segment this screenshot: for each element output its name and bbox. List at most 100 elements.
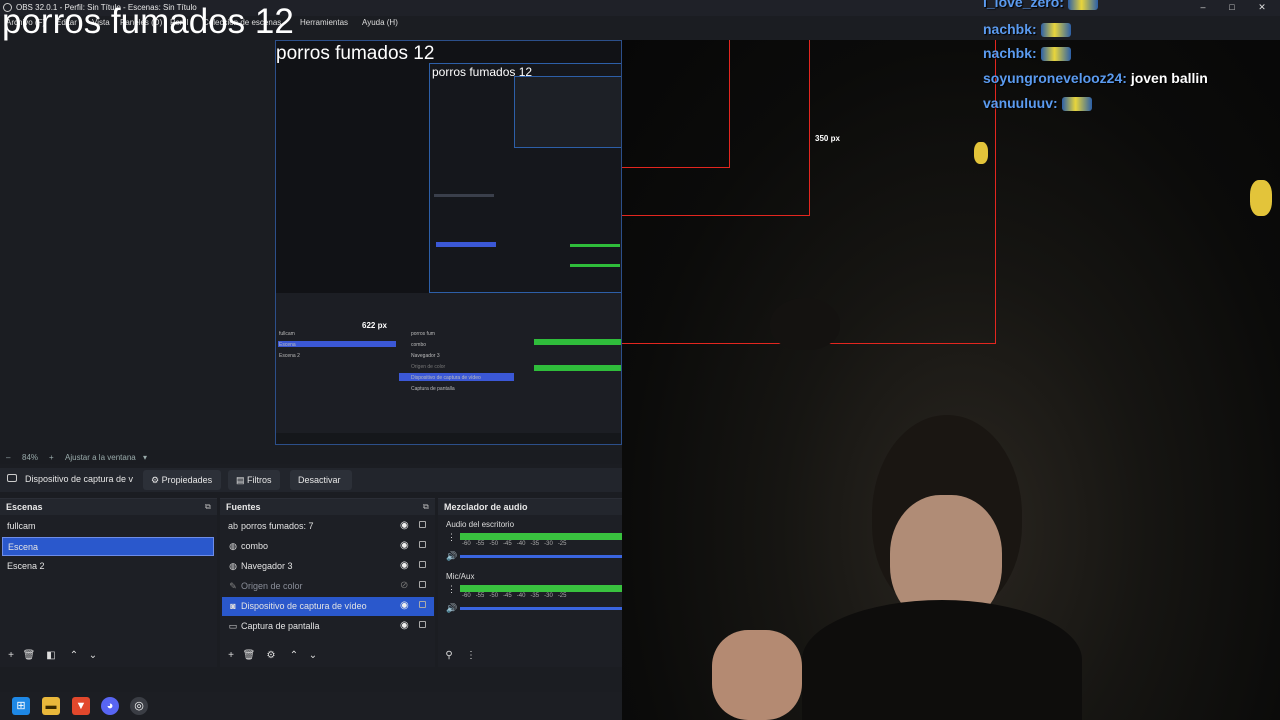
audio-mixer-dock: Mezclador de audio Audio del escritorio … <box>438 498 622 667</box>
minion-emote <box>974 142 988 164</box>
eye-icon[interactable]: ◉ <box>400 621 409 631</box>
source-item[interactable]: ✎ Origen de color ⊘ <box>222 577 434 596</box>
scale-tick: -60 <box>462 541 471 547</box>
nested-scene: Escena 2 <box>279 353 300 359</box>
dock-undock-icon[interactable]: ⧉ <box>205 502 211 512</box>
nested-meter <box>534 365 621 371</box>
nested-source: Captura de pantalla <box>411 386 455 392</box>
channel-menu-icon[interactable]: ⋮ <box>447 532 456 543</box>
zoom-out-icon[interactable]: – <box>6 453 10 462</box>
source-context-bar: Dispositivo de captura de v ⚙ Propiedade… <box>0 468 622 492</box>
preview-canvas[interactable]: porros fumados 12 porros fumados 12 622 … <box>275 40 622 445</box>
scale-tick: -30 <box>544 593 553 599</box>
eye-icon[interactable]: ◉ <box>400 601 409 611</box>
emote-icon <box>1040 23 1071 38</box>
scene-item[interactable]: fullcam <box>2 517 214 536</box>
eye-hidden-icon[interactable]: ⊘ <box>400 581 408 591</box>
windows-icon[interactable]: ⊞ <box>12 697 30 715</box>
overlay-title-text: porros fumados 12 <box>2 2 294 41</box>
minimize-button[interactable]: – <box>1192 1 1214 13</box>
close-button[interactable]: ✕ <box>1251 1 1273 13</box>
add-source-button[interactable]: + <box>224 649 238 663</box>
move-down-icon[interactable]: ⌄ <box>306 649 320 663</box>
chat-username: vanuuluuv: <box>983 95 1058 111</box>
move-down-icon[interactable]: ⌄ <box>86 649 100 663</box>
folder-icon[interactable]: ▬ <box>42 697 60 715</box>
globe-icon: ◍ <box>229 561 237 571</box>
remove-scene-icon[interactable]: 🗑 <box>22 649 36 663</box>
maximize-button[interactable]: □ <box>1221 1 1243 13</box>
audio-meter <box>460 585 622 592</box>
lock-icon[interactable] <box>419 601 426 608</box>
nested-source: combo <box>411 342 427 348</box>
add-scene-button[interactable]: + <box>4 649 18 663</box>
eye-icon[interactable]: ◉ <box>400 541 409 551</box>
deactivate-button[interactable]: Desactivar <box>290 470 352 490</box>
preview-nested-title: porros fumados 12 <box>276 43 435 64</box>
nested-meter <box>570 244 620 247</box>
chat-line: nachbk: <box>983 45 1071 62</box>
camera-icon <box>7 474 17 482</box>
scenes-title: Escenas <box>6 502 43 512</box>
px-label: 350 px <box>815 134 840 143</box>
mixer-channel-label: Audio del escritorio <box>446 520 515 529</box>
lock-icon[interactable] <box>419 541 426 548</box>
volume-slider[interactable] <box>460 607 622 610</box>
mixer-menu-icon[interactable]: ⋮ <box>464 649 478 663</box>
nested-scene: Escena <box>279 342 296 348</box>
filters-button[interactable]: ▤ Filtros <box>228 470 280 490</box>
scale-tick: -50 <box>489 593 499 599</box>
mixer-settings-icon[interactable]: ⚲ <box>442 649 456 663</box>
globe-icon: ◍ <box>229 541 237 551</box>
lock-icon[interactable] <box>419 581 426 588</box>
move-up-icon[interactable]: ⌃ <box>67 649 81 663</box>
scale-tick: -60 <box>462 593 471 599</box>
scale-tick: -45 <box>503 541 512 547</box>
gear-icon: ⚙ <box>151 475 162 485</box>
lock-icon[interactable] <box>419 521 426 528</box>
discord-icon[interactable]: ◕ <box>101 697 119 715</box>
camera-icon: ◙ <box>230 601 236 611</box>
source-item[interactable]: ▭ Captura de pantalla ◉ <box>222 617 434 636</box>
speaker-icon[interactable]: 🔊 <box>446 603 457 614</box>
chat-line: nachbk: <box>983 21 1071 38</box>
preview-nested-window: porros fumados 12 <box>429 63 621 293</box>
taskbar: ⊞ ▬ ▼ ◕ ◎ <box>0 692 622 720</box>
chevron-down-icon[interactable]: ▾ <box>143 453 147 462</box>
brave-icon[interactable]: ▼ <box>72 697 90 715</box>
sources-dock: Fuentes ⧉ ab porros fumados: 7 ◉ ◍ combo… <box>220 498 435 667</box>
scene-item-selected[interactable]: Escena <box>2 537 214 556</box>
lock-icon[interactable] <box>419 621 426 628</box>
source-item[interactable]: ab porros fumados: 7 ◉ <box>222 517 434 536</box>
eye-icon[interactable]: ◉ <box>400 561 409 571</box>
source-item[interactable]: ◍ combo ◉ <box>222 537 434 556</box>
channel-menu-icon[interactable]: ⋮ <box>447 584 456 595</box>
zoom-in-icon[interactable]: + <box>49 453 54 462</box>
source-properties-gear-icon[interactable]: ⚙ <box>264 649 278 663</box>
remove-source-icon[interactable]: 🗑 <box>242 649 256 663</box>
audio-meter <box>460 533 622 540</box>
move-up-icon[interactable]: ⌃ <box>287 649 301 663</box>
source-label: Dispositivo de captura de vídeo <box>241 601 367 611</box>
minion-emote <box>1250 180 1272 216</box>
scene-filters-icon[interactable]: ◧ <box>44 649 58 663</box>
meter-scale: -60 -55 -50 -45 -40 -35 -30 -25 <box>462 541 566 547</box>
volume-slider[interactable] <box>460 555 622 558</box>
source-label: Origen de color <box>241 581 303 591</box>
webcam-feed: 350 px <box>622 40 1280 720</box>
source-item[interactable]: ◍ Navegador 3 ◉ <box>222 557 434 576</box>
menu-tools[interactable]: Herramientas <box>300 18 348 27</box>
source-item-selected[interactable]: ◙ Dispositivo de captura de vídeo ◉ <box>222 597 434 616</box>
obs-icon[interactable]: ◎ <box>130 697 148 715</box>
scene-item[interactable]: Escena 2 <box>2 557 214 576</box>
mixer-header: Mezclador de audio <box>438 499 622 515</box>
properties-button[interactable]: ⚙ Propiedades <box>143 470 221 490</box>
eye-icon[interactable]: ◉ <box>400 521 409 531</box>
properties-label: Propiedades <box>161 475 213 485</box>
dock-undock-icon[interactable]: ⧉ <box>423 502 429 512</box>
menu-help[interactable]: Ayuda (H) <box>362 18 398 27</box>
lock-icon[interactable] <box>419 561 426 568</box>
speaker-icon[interactable]: 🔊 <box>446 551 457 562</box>
scenes-header: Escenas ⧉ <box>0 499 217 515</box>
zoom-fit-select[interactable]: Ajustar a la ventana <box>65 453 136 462</box>
